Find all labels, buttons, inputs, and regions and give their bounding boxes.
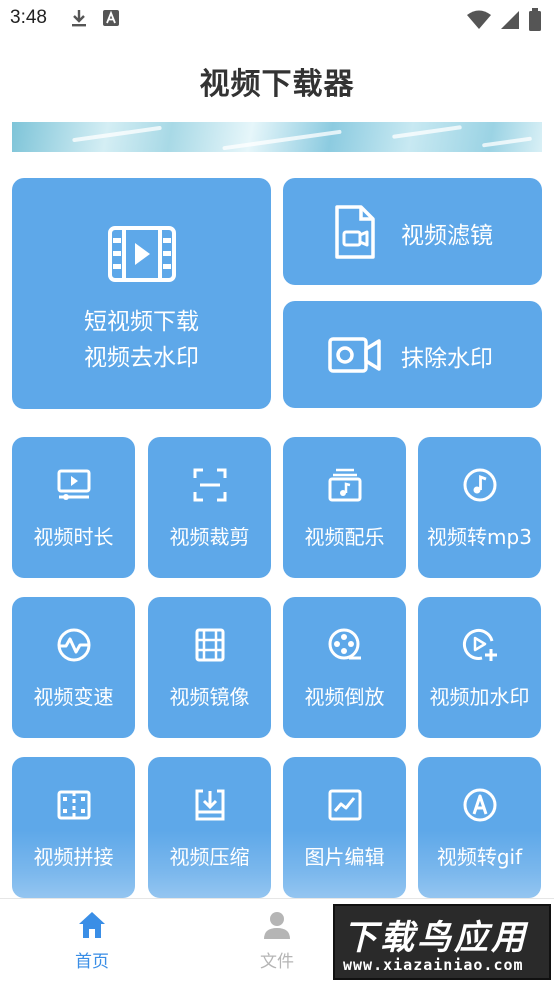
tool-label: 视频裁剪 bbox=[169, 525, 250, 549]
tool-video-music[interactable]: 视频配乐 bbox=[283, 437, 406, 578]
download-icon bbox=[72, 10, 86, 27]
nav-file[interactable]: 文件 bbox=[217, 909, 337, 972]
tool-image-edit[interactable]: 图片编辑 bbox=[283, 757, 406, 898]
app-header: 视频下载器 bbox=[0, 40, 554, 122]
film-strip-icon bbox=[195, 628, 225, 662]
user-icon bbox=[264, 912, 290, 939]
tool-label: 视频转mp3 bbox=[427, 525, 532, 549]
home-icon bbox=[79, 912, 105, 938]
banner-image[interactable] bbox=[12, 122, 542, 152]
gif-circle-icon bbox=[463, 788, 497, 822]
app-notification-icon bbox=[103, 10, 119, 26]
video-filter-label: 视频滤镜 bbox=[401, 223, 493, 249]
wifi-icon bbox=[467, 10, 491, 29]
signal-icon bbox=[501, 11, 519, 29]
video-filter-card[interactable]: 视频滤镜 bbox=[283, 178, 542, 285]
tool-video-mirror[interactable]: 视频镜像 bbox=[148, 597, 271, 738]
tool-label: 视频变速 bbox=[33, 685, 114, 709]
battery-icon bbox=[529, 8, 541, 31]
tool-label: 视频转gif bbox=[436, 845, 523, 869]
tool-video-reverse[interactable]: 视频倒放 bbox=[283, 597, 406, 738]
video-file-icon bbox=[335, 205, 375, 259]
status-bar: 3:48 bbox=[0, 0, 554, 40]
remove-video-watermark-label: 视频去水印 bbox=[84, 345, 199, 371]
play-add-icon bbox=[463, 628, 497, 661]
speed-wave-icon bbox=[57, 628, 91, 662]
short-video-download-card[interactable]: 短视频下载 视频去水印 bbox=[12, 178, 271, 409]
page-title: 视频下载器 bbox=[199, 67, 355, 102]
erase-watermark-card[interactable]: 抹除水印 bbox=[283, 301, 542, 408]
notification-icons bbox=[70, 8, 120, 28]
tool-label: 视频镜像 bbox=[169, 685, 250, 709]
nav-home[interactable]: 首页 bbox=[32, 909, 152, 972]
system-icons bbox=[466, 8, 542, 32]
tool-label: 图片编辑 bbox=[304, 845, 385, 869]
music-box-icon bbox=[328, 468, 362, 502]
nav-file-label: 文件 bbox=[260, 952, 294, 972]
film-reel-icon bbox=[328, 628, 361, 660]
tool-video-speed[interactable]: 视频变速 bbox=[12, 597, 135, 738]
tool-video-duration[interactable]: 视频时长 bbox=[12, 437, 135, 578]
tool-video-to-mp3[interactable]: 视频转mp3 bbox=[418, 437, 541, 578]
tool-label: 视频压缩 bbox=[169, 845, 250, 869]
tool-label: 视频配乐 bbox=[304, 525, 385, 549]
crop-frame-icon bbox=[193, 468, 227, 502]
watermark-url: www.xiazainiao.com bbox=[343, 956, 524, 974]
tool-video-to-gif[interactable]: 视频转gif bbox=[418, 757, 541, 898]
erase-watermark-label: 抹除水印 bbox=[401, 346, 493, 372]
tool-video-compress[interactable]: 视频压缩 bbox=[148, 757, 271, 898]
tool-label: 视频时长 bbox=[33, 525, 114, 549]
image-chart-icon bbox=[328, 789, 362, 821]
tool-video-splice[interactable]: 视频拼接 bbox=[12, 757, 135, 898]
tool-video-add-watermark[interactable]: 视频加水印 bbox=[418, 597, 541, 738]
tool-video-crop[interactable]: 视频裁剪 bbox=[148, 437, 271, 578]
video-camera-icon bbox=[328, 337, 381, 373]
status-time: 3:48 bbox=[10, 7, 47, 28]
music-note-icon bbox=[463, 468, 497, 502]
tool-label: 视频加水印 bbox=[429, 685, 530, 709]
compress-tray-icon bbox=[195, 789, 225, 821]
splice-icon bbox=[57, 790, 91, 820]
film-play-icon bbox=[108, 226, 176, 282]
nav-home-label: 首页 bbox=[75, 952, 109, 972]
monitor-play-icon bbox=[57, 469, 91, 500]
tool-label: 视频倒放 bbox=[304, 685, 385, 709]
tool-label: 视频拼接 bbox=[33, 845, 114, 869]
short-video-download-label: 短视频下载 bbox=[84, 309, 199, 335]
site-watermark-logo: 下载鸟应用 www.xiazainiao.com bbox=[333, 904, 551, 980]
watermark-text: 下载鸟应用 bbox=[343, 918, 528, 958]
